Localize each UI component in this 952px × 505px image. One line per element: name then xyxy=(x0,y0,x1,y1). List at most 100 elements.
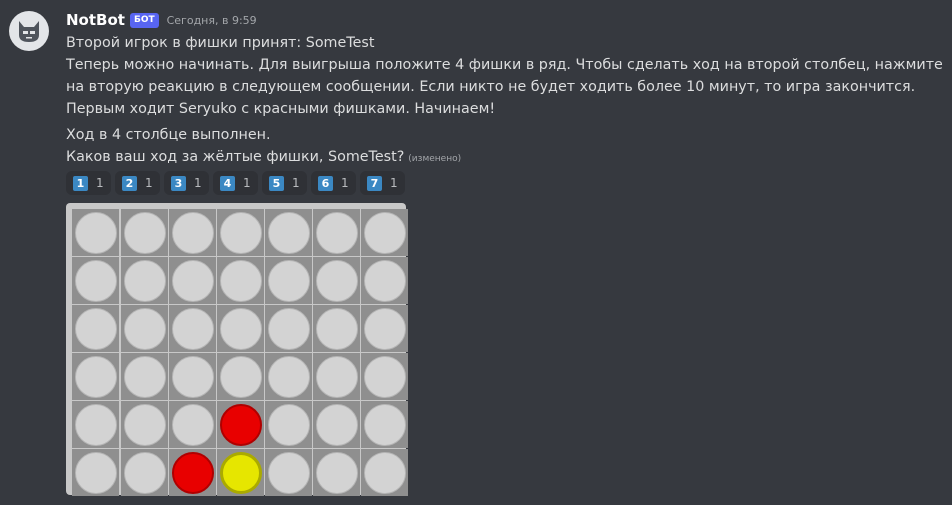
empty-slot xyxy=(267,403,310,446)
empty-slot xyxy=(363,307,406,350)
board-cell xyxy=(169,353,216,400)
empty-slot xyxy=(123,307,166,350)
board-cell xyxy=(217,449,264,496)
reaction-1[interactable]: 11 xyxy=(66,171,111,195)
empty-slot xyxy=(315,403,358,446)
reaction-7[interactable]: 71 xyxy=(360,171,405,195)
board-cell xyxy=(265,257,312,304)
reaction-count: 1 xyxy=(292,176,300,190)
message-line-text: Каков ваш ход за жёлтые фишки, SomeTest? xyxy=(66,149,405,165)
message-content: Второй игрок в фишки принят: SomeTest Те… xyxy=(66,32,946,170)
reaction-count: 1 xyxy=(390,176,398,190)
reaction-count: 1 xyxy=(194,176,202,190)
keycap-4-icon: 4 xyxy=(220,175,235,191)
empty-slot xyxy=(171,403,214,446)
message-line: Ход в 4 столбце выполнен. xyxy=(66,127,271,143)
keycap-2-icon: 2 xyxy=(122,175,137,191)
reactions-bar: 11213141516171 xyxy=(66,171,409,195)
empty-slot xyxy=(171,355,214,398)
board-cell xyxy=(265,209,312,256)
keycap-7-icon: 7 xyxy=(367,175,382,191)
board-cell xyxy=(72,401,119,448)
board-cell xyxy=(313,257,360,304)
board-cell xyxy=(265,401,312,448)
empty-slot xyxy=(171,307,214,350)
reaction-count: 1 xyxy=(96,176,104,190)
empty-slot xyxy=(123,355,166,398)
empty-slot xyxy=(74,355,117,398)
board-cell xyxy=(121,353,168,400)
keycap-3-icon: 3 xyxy=(171,175,186,191)
empty-slot xyxy=(363,211,406,254)
empty-slot xyxy=(171,211,214,254)
reaction-4[interactable]: 41 xyxy=(213,171,258,195)
empty-slot xyxy=(171,259,214,302)
reaction-3[interactable]: 31 xyxy=(164,171,209,195)
board-cell xyxy=(361,209,408,256)
board-cell xyxy=(265,353,312,400)
empty-slot xyxy=(74,307,117,350)
empty-slot xyxy=(123,451,166,494)
board-cell xyxy=(265,305,312,352)
red-disc xyxy=(171,451,214,494)
board-cell xyxy=(217,353,264,400)
empty-slot xyxy=(315,307,358,350)
message-header: NotBot БОТ Сегодня, в 9:59 xyxy=(66,10,257,30)
edited-label: (изменено) xyxy=(408,154,462,164)
red-disc xyxy=(219,403,262,446)
board-cell xyxy=(121,209,168,256)
empty-slot xyxy=(74,211,117,254)
bot-badge: БОТ xyxy=(129,12,159,28)
board-cell xyxy=(121,257,168,304)
board-cell xyxy=(313,305,360,352)
avatar[interactable] xyxy=(9,11,49,51)
board-cell xyxy=(361,353,408,400)
board-cell xyxy=(169,305,216,352)
empty-slot xyxy=(219,355,262,398)
empty-slot xyxy=(123,403,166,446)
board-cell xyxy=(313,401,360,448)
message-line: Каков ваш ход за жёлтые фишки, SomeTest?… xyxy=(66,146,946,170)
empty-slot xyxy=(315,451,358,494)
reaction-6[interactable]: 61 xyxy=(311,171,356,195)
board-cell xyxy=(361,401,408,448)
empty-slot xyxy=(267,307,310,350)
board-cell xyxy=(313,449,360,496)
empty-slot xyxy=(363,355,406,398)
board-cell xyxy=(169,449,216,496)
keycap-5-icon: 5 xyxy=(269,175,284,191)
empty-slot xyxy=(363,259,406,302)
message-timestamp[interactable]: Сегодня, в 9:59 xyxy=(167,14,257,27)
message-line: Второй игрок в фишки принят: SomeTest xyxy=(66,35,375,51)
board-cell xyxy=(361,449,408,496)
empty-slot xyxy=(267,211,310,254)
empty-slot xyxy=(267,259,310,302)
connect-four-board xyxy=(66,203,408,496)
board-cell xyxy=(72,305,119,352)
board-cell xyxy=(313,209,360,256)
board-cell xyxy=(72,449,119,496)
board-cell xyxy=(121,449,168,496)
empty-slot xyxy=(219,211,262,254)
cat-icon xyxy=(19,21,39,42)
board-cell xyxy=(72,353,119,400)
empty-slot xyxy=(74,451,117,494)
board-cell xyxy=(217,401,264,448)
empty-slot xyxy=(219,259,262,302)
board-cell xyxy=(265,449,312,496)
board-cell xyxy=(72,257,119,304)
reaction-2[interactable]: 21 xyxy=(115,171,160,195)
author-name[interactable]: NotBot xyxy=(66,11,125,29)
empty-slot xyxy=(74,259,117,302)
board-cell xyxy=(169,209,216,256)
empty-slot xyxy=(363,403,406,446)
empty-slot xyxy=(315,355,358,398)
yellow-disc xyxy=(219,451,262,494)
reaction-5[interactable]: 51 xyxy=(262,171,307,195)
board-cell xyxy=(121,305,168,352)
empty-slot xyxy=(315,259,358,302)
empty-slot xyxy=(74,403,117,446)
empty-slot xyxy=(267,355,310,398)
board-cell xyxy=(217,257,264,304)
reaction-count: 1 xyxy=(243,176,251,190)
